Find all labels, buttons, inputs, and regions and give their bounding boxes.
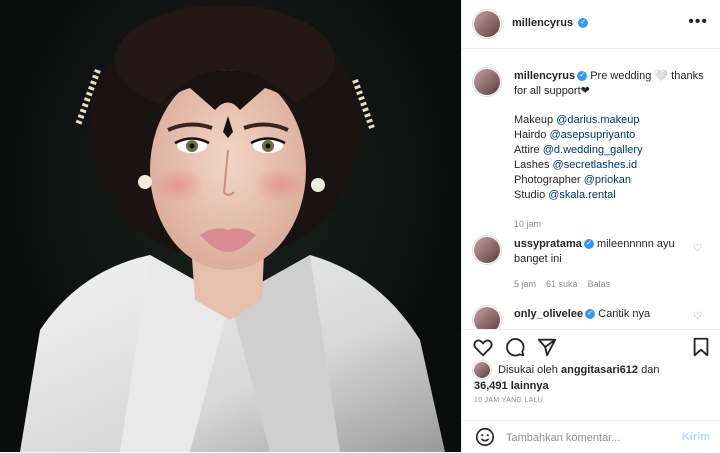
comment-like-icon[interactable]: ♡ — [693, 243, 702, 254]
verified-badge-icon: ✓ — [577, 71, 588, 82]
comment-input[interactable] — [504, 428, 668, 448]
credits-list: Makeup @darius.makeup Hairdo @asepsupriy… — [514, 113, 704, 203]
comment-meta: 5 jam 61 suka Balas — [514, 277, 689, 292]
post-header: millencyrus ✓ ••• — [462, 0, 720, 49]
verified-badge-icon: ✓ — [583, 239, 594, 250]
mention-link[interactable]: @d.wedding_gallery — [543, 144, 643, 156]
post-comment-button[interactable]: Kirim — [682, 431, 710, 443]
comment-likes[interactable]: 61 suka — [546, 279, 578, 289]
comment-time[interactable]: 5 jam — [514, 279, 536, 289]
credit-line: Lashes @secretlashes.id — [514, 159, 638, 171]
comments-list[interactable]: millencyrus ✓ Pre wedding 🤍 thanks for al… — [462, 49, 720, 329]
emoji-icon[interactable] — [474, 426, 496, 448]
comment-like-icon[interactable]: ♡ — [693, 311, 702, 322]
comment-item: ussypratama ✓ mileennnnn ayu banget ini — [514, 237, 689, 267]
credit-line: Studio @skala.rental — [514, 189, 616, 201]
commenter-avatar[interactable] — [474, 237, 500, 263]
liker-username[interactable]: anggitasari612 — [561, 364, 638, 376]
more-options-icon[interactable]: ••• — [688, 13, 708, 31]
post-photo[interactable] — [0, 0, 461, 452]
verified-badge-icon: ✓ — [585, 309, 596, 320]
verified-badge-icon: ✓ — [578, 18, 589, 29]
likes-prefix: Disukai oleh — [498, 364, 558, 376]
credit-line: Hairdo @asepsupriyanto — [514, 129, 636, 141]
likes-middle: dan — [641, 364, 660, 376]
share-icon[interactable] — [536, 336, 558, 358]
mention-link[interactable]: @priokan — [584, 174, 631, 186]
author-name-row: millencyrus ✓ — [512, 17, 589, 29]
mention-link[interactable]: @asepsupriyanto — [549, 129, 635, 141]
comment-item: only_olivelee ✓ Cantik nya — [514, 307, 689, 322]
commenter-avatar[interactable] — [474, 307, 500, 329]
action-bar — [462, 329, 720, 366]
commenter-username[interactable]: ussypratama — [514, 238, 582, 250]
reply-button[interactable]: Balas — [588, 279, 611, 289]
mention-link[interactable]: @secretlashes.id — [553, 159, 638, 171]
comment-icon[interactable] — [504, 336, 526, 358]
credit-line: Attire @d.wedding_gallery — [514, 144, 643, 156]
mention-link[interactable]: @skala.rental — [548, 189, 615, 201]
likes-summary: Disukai oleh anggitasari612 dan 36,491 l… — [474, 362, 708, 394]
likes-suffix[interactable]: lainnya — [511, 380, 549, 392]
caption-time[interactable]: 10 jam — [514, 217, 704, 232]
caption-author-username[interactable]: millencyrus — [514, 70, 575, 82]
bookmark-icon[interactable] — [690, 336, 712, 358]
add-comment-bar: Kirim — [462, 420, 720, 453]
liker-avatar[interactable] — [474, 362, 490, 378]
comment-text: Cantik nya — [598, 308, 651, 320]
credit-line: Photographer @priokan — [514, 174, 631, 186]
bride-portrait-illustration — [20, 0, 445, 452]
author-username[interactable]: millencyrus — [512, 17, 573, 29]
commenter-username[interactable]: only_olivelee — [514, 308, 583, 320]
likes-count[interactable]: 36,491 — [474, 380, 508, 392]
credit-line: Makeup @darius.makeup — [514, 114, 640, 126]
post-caption: millencyrus ✓ Pre wedding 🤍 thanks for al… — [514, 69, 704, 232]
mention-link[interactable]: @darius.makeup — [556, 114, 639, 126]
heart-icon[interactable] — [472, 336, 494, 358]
post-timestamp[interactable]: 10 JAM YANG LALU — [474, 397, 543, 404]
post-sidebar: millencyrus ✓ ••• millencyrus ✓ Pre weddi… — [461, 0, 720, 452]
author-avatar[interactable] — [474, 11, 500, 37]
caption-author-avatar[interactable] — [474, 69, 500, 95]
